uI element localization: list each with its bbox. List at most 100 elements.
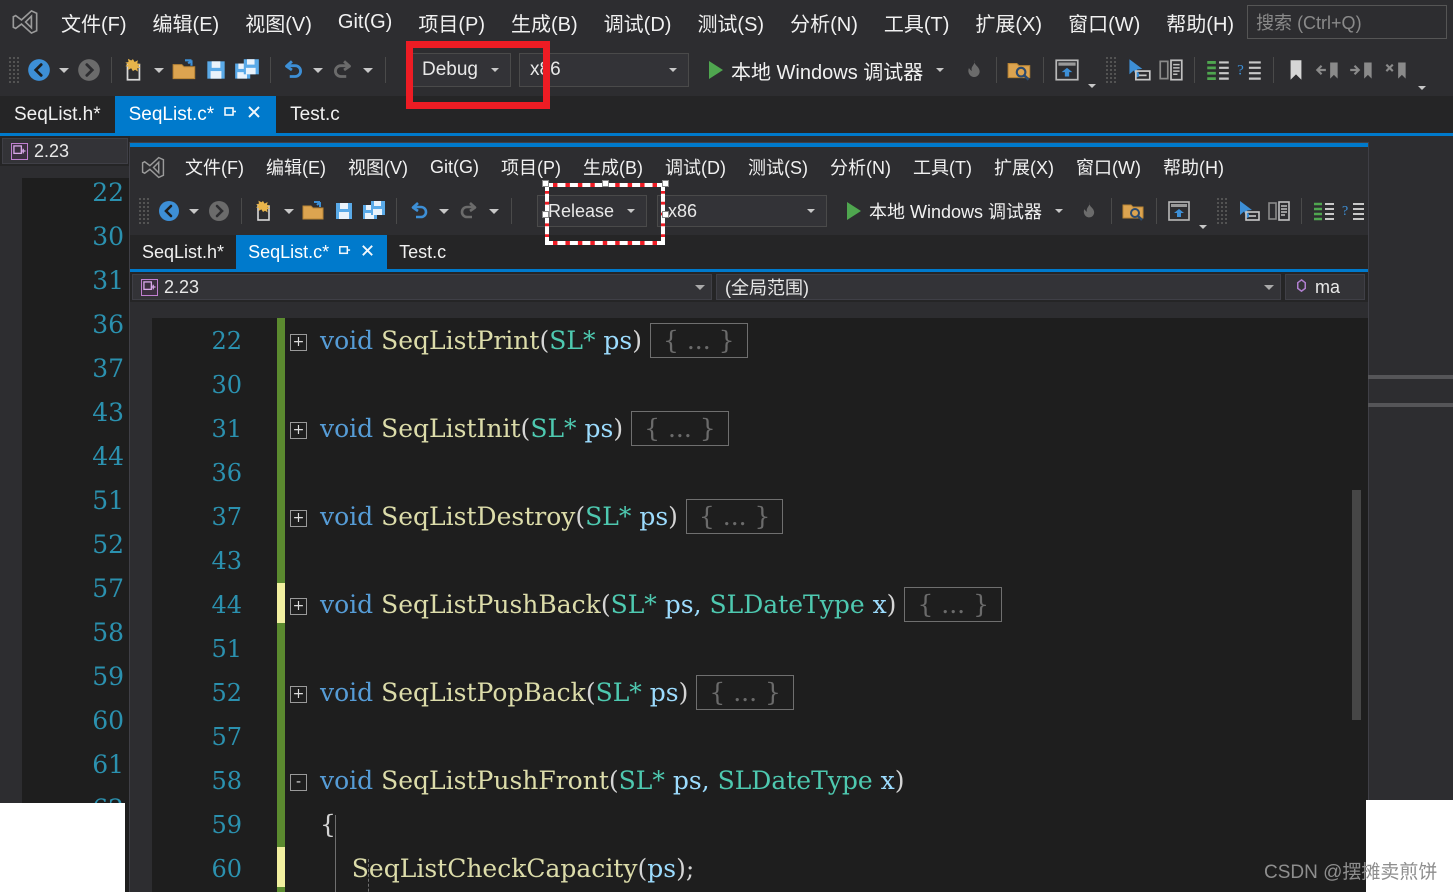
new-file-icon[interactable] xyxy=(119,53,149,87)
inner-configuration-dropdown[interactable]: Release xyxy=(537,195,647,227)
menu-item-view[interactable]: 视图(V) xyxy=(232,4,325,41)
expand-outline-icon[interactable]: + xyxy=(290,422,307,439)
hot-reload-icon[interactable] xyxy=(959,53,989,87)
compare-files-icon[interactable] xyxy=(1264,194,1294,228)
menu-item-build[interactable]: 生成(B) xyxy=(498,4,591,41)
inner-menu-item-edit[interactable]: 编辑(E) xyxy=(255,151,337,183)
menu-item-tools[interactable]: 工具(T) xyxy=(871,4,963,41)
toolbar-grip-handle[interactable] xyxy=(8,56,20,84)
inner-symbol-dropdown[interactable]: ma xyxy=(1285,274,1365,300)
expand-outline-icon[interactable]: + xyxy=(290,686,307,703)
close-icon[interactable] xyxy=(246,104,262,126)
start-debug-button[interactable]: 本地 Windows 调试器 xyxy=(703,56,955,85)
menu-item-window[interactable]: 窗口(W) xyxy=(1055,4,1153,41)
configuration-dropdown[interactable]: Debug xyxy=(411,53,511,87)
code-line[interactable]: void SeqListPushFront(SL* ps, SLDateType… xyxy=(320,768,905,793)
expand-outline-icon[interactable]: + xyxy=(290,334,307,351)
find-in-files-icon[interactable] xyxy=(1004,53,1036,87)
collapsed-block-stub[interactable]: { ... } xyxy=(696,675,794,710)
expand-outline-icon[interactable]: + xyxy=(290,598,307,615)
code-line[interactable]: void SeqListDestroy(SL* ps) xyxy=(320,504,678,529)
solution-explorer-icon[interactable] xyxy=(1051,53,1083,87)
inner-menu-item-project[interactable]: 项目(P) xyxy=(490,151,572,183)
inner-scope-dropdown[interactable]: (全局范围) xyxy=(716,274,1281,300)
comment-icon[interactable] xyxy=(1202,53,1234,87)
inner-code-editor[interactable]: 22303136374344515257585960616263 +void S… xyxy=(130,318,1368,892)
code-line[interactable]: void SeqListPrint(SL* ps) xyxy=(320,328,642,353)
new-file-dropdown-icon[interactable] xyxy=(284,208,294,214)
save-all-icon[interactable] xyxy=(231,53,263,87)
code-line[interactable]: void SeqListPopBack(SL* ps) xyxy=(320,680,688,705)
redo-icon[interactable] xyxy=(454,194,484,228)
menu-item-edit[interactable]: 编辑(E) xyxy=(140,4,233,41)
open-folder-icon[interactable] xyxy=(299,194,329,228)
compare-files-icon[interactable] xyxy=(1155,53,1187,87)
menu-item-help[interactable]: 帮助(H) xyxy=(1153,4,1247,41)
previous-bookmark-icon[interactable] xyxy=(1311,53,1345,87)
navigate-back-dropdown-icon[interactable] xyxy=(59,67,69,73)
inner-menu-item-help[interactable]: 帮助(H) xyxy=(1152,151,1235,183)
selection-handle-top-left[interactable] xyxy=(542,180,549,187)
redo-dropdown-icon[interactable] xyxy=(489,208,499,214)
toolbar-overflow-icon[interactable] xyxy=(1418,86,1427,90)
hot-reload-icon[interactable] xyxy=(1074,194,1104,228)
save-icon[interactable] xyxy=(201,53,231,87)
tab-seqlist-h[interactable]: SeqList.h* xyxy=(0,96,115,133)
code-line[interactable]: void SeqListPushBack(SL* ps, SLDateType … xyxy=(320,592,896,617)
inner-menu-item-window[interactable]: 窗口(W) xyxy=(1065,151,1152,183)
navigate-forward-icon[interactable] xyxy=(204,194,234,228)
clear-bookmarks-icon[interactable] xyxy=(1379,53,1413,87)
inner-start-debug-button[interactable]: 本地 Windows 调试器 xyxy=(841,198,1074,224)
save-all-icon[interactable] xyxy=(359,194,389,228)
pin-icon[interactable] xyxy=(222,104,238,126)
code-line[interactable]: SeqListCheckCapacity(ps); xyxy=(320,856,694,881)
collapsed-block-stub[interactable]: { ... } xyxy=(685,499,784,534)
menu-item-analyze[interactable]: 分析(N) xyxy=(777,4,871,41)
inner-menu-item-git[interactable]: Git(G) xyxy=(419,154,490,181)
selection-handle-top-right[interactable] xyxy=(662,180,669,187)
redo-icon[interactable] xyxy=(328,53,358,87)
pointer-select-icon[interactable] xyxy=(1121,53,1155,87)
expand-outline-icon[interactable]: + xyxy=(290,510,307,527)
collapsed-block-stub[interactable]: { ... } xyxy=(631,411,729,446)
uncomment-icon[interactable]: ? xyxy=(1339,194,1368,228)
solution-explorer-icon[interactable] xyxy=(1164,194,1194,228)
toolbar-grip-handle[interactable] xyxy=(1105,56,1118,84)
inner-menu-item-build[interactable]: 生成(B) xyxy=(572,151,654,183)
menu-item-project[interactable]: 项目(P) xyxy=(405,4,498,41)
inner-menu-item-test[interactable]: 测试(S) xyxy=(737,151,819,183)
inner-platform-dropdown[interactable]: x86 xyxy=(657,195,827,227)
inner-menu-item-analyze[interactable]: 分析(N) xyxy=(819,151,902,183)
new-file-icon[interactable] xyxy=(249,194,279,228)
undo-dropdown-icon[interactable] xyxy=(439,208,449,214)
navigate-forward-icon[interactable] xyxy=(74,53,104,87)
toolbar-grip-handle[interactable] xyxy=(1216,197,1229,225)
undo-dropdown-icon[interactable] xyxy=(313,67,323,73)
undo-icon[interactable] xyxy=(278,53,308,87)
find-in-files-icon[interactable] xyxy=(1119,194,1149,228)
next-bookmark-icon[interactable] xyxy=(1345,53,1379,87)
code-line[interactable]: void SeqListInit(SL* ps) xyxy=(320,416,623,441)
menu-item-debug[interactable]: 调试(D) xyxy=(591,4,685,41)
comment-icon[interactable] xyxy=(1309,194,1339,228)
close-icon[interactable] xyxy=(360,242,375,263)
inner-tab-test-c[interactable]: Test.c xyxy=(387,235,459,269)
menu-item-extensions[interactable]: 扩展(X) xyxy=(962,4,1055,41)
search-input[interactable]: 搜索 (Ctrl+Q) xyxy=(1247,5,1448,39)
inner-menu-item-extensions[interactable]: 扩展(X) xyxy=(983,151,1065,183)
uncomment-icon[interactable]: ? xyxy=(1234,53,1266,87)
toolbar-grip-handle[interactable] xyxy=(138,197,150,225)
navigate-back-dropdown-icon[interactable] xyxy=(189,208,199,214)
selection-handle-top-center[interactable] xyxy=(602,180,609,187)
menu-item-test[interactable]: 测试(S) xyxy=(684,4,777,41)
redo-dropdown-icon[interactable] xyxy=(363,67,373,73)
tab-seqlist-c[interactable]: SeqList.c* xyxy=(114,96,277,133)
collapsed-block-stub[interactable]: { ... } xyxy=(650,323,748,358)
inner-member-dropdown[interactable]: 2.23 xyxy=(132,274,712,300)
navigate-back-icon[interactable] xyxy=(24,53,54,87)
inner-menu-item-debug[interactable]: 调试(D) xyxy=(654,151,737,183)
pin-icon[interactable] xyxy=(337,242,352,263)
editor-vertical-scrollbar-thumb[interactable] xyxy=(1352,490,1361,720)
platform-dropdown[interactable]: x86 xyxy=(519,53,689,87)
code-line[interactable]: { xyxy=(320,812,336,837)
